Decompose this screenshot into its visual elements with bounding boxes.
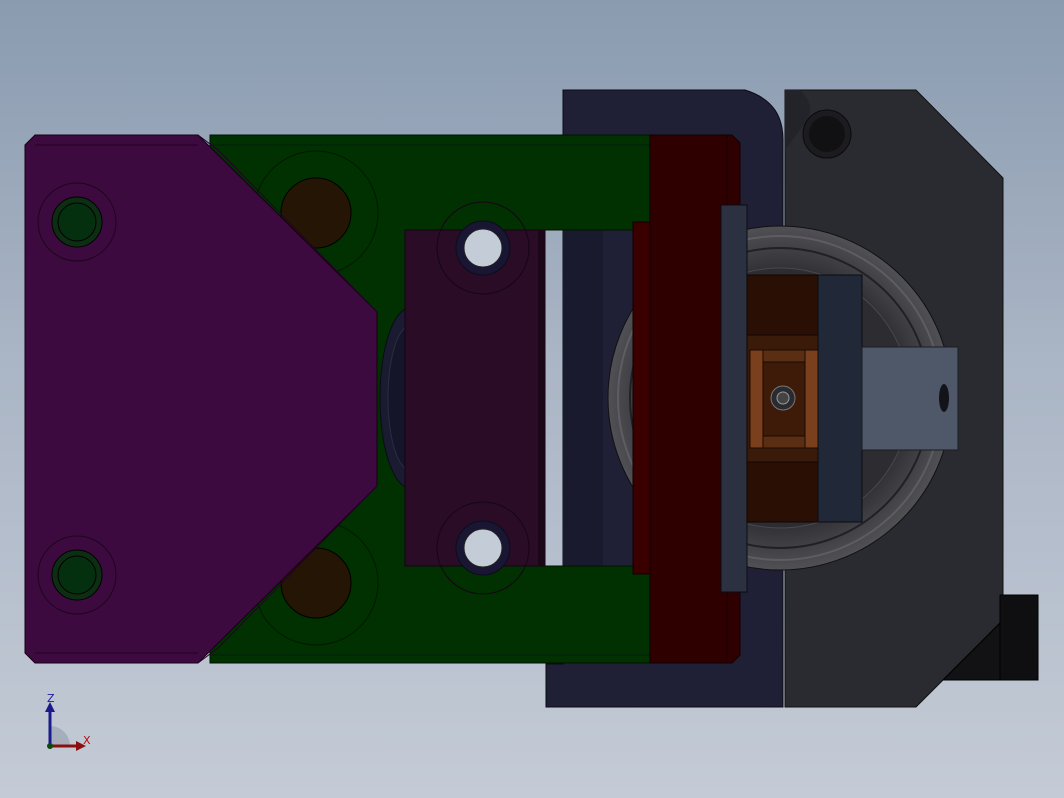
coordinate-triad-icon <box>45 702 86 751</box>
clamp-strip[interactable] <box>720 204 748 593</box>
cad-model-view[interactable] <box>0 0 1064 798</box>
z-axis-label: Z <box>47 692 55 705</box>
retainer-block[interactable] <box>817 274 863 523</box>
coordinate-triad: Z X <box>36 692 106 756</box>
cad-viewport[interactable]: Z X <box>0 0 1064 798</box>
x-axis-label: X <box>83 734 91 747</box>
pin-hole <box>939 384 949 412</box>
purple-window-block[interactable] <box>404 201 546 595</box>
steel-tab[interactable] <box>861 346 959 451</box>
bolt-hole <box>57 202 97 242</box>
through-hole <box>463 528 503 568</box>
through-hole <box>463 228 503 268</box>
bolt-hole <box>57 555 97 595</box>
mounting-hole <box>809 116 845 152</box>
copper-core[interactable] <box>746 274 821 523</box>
